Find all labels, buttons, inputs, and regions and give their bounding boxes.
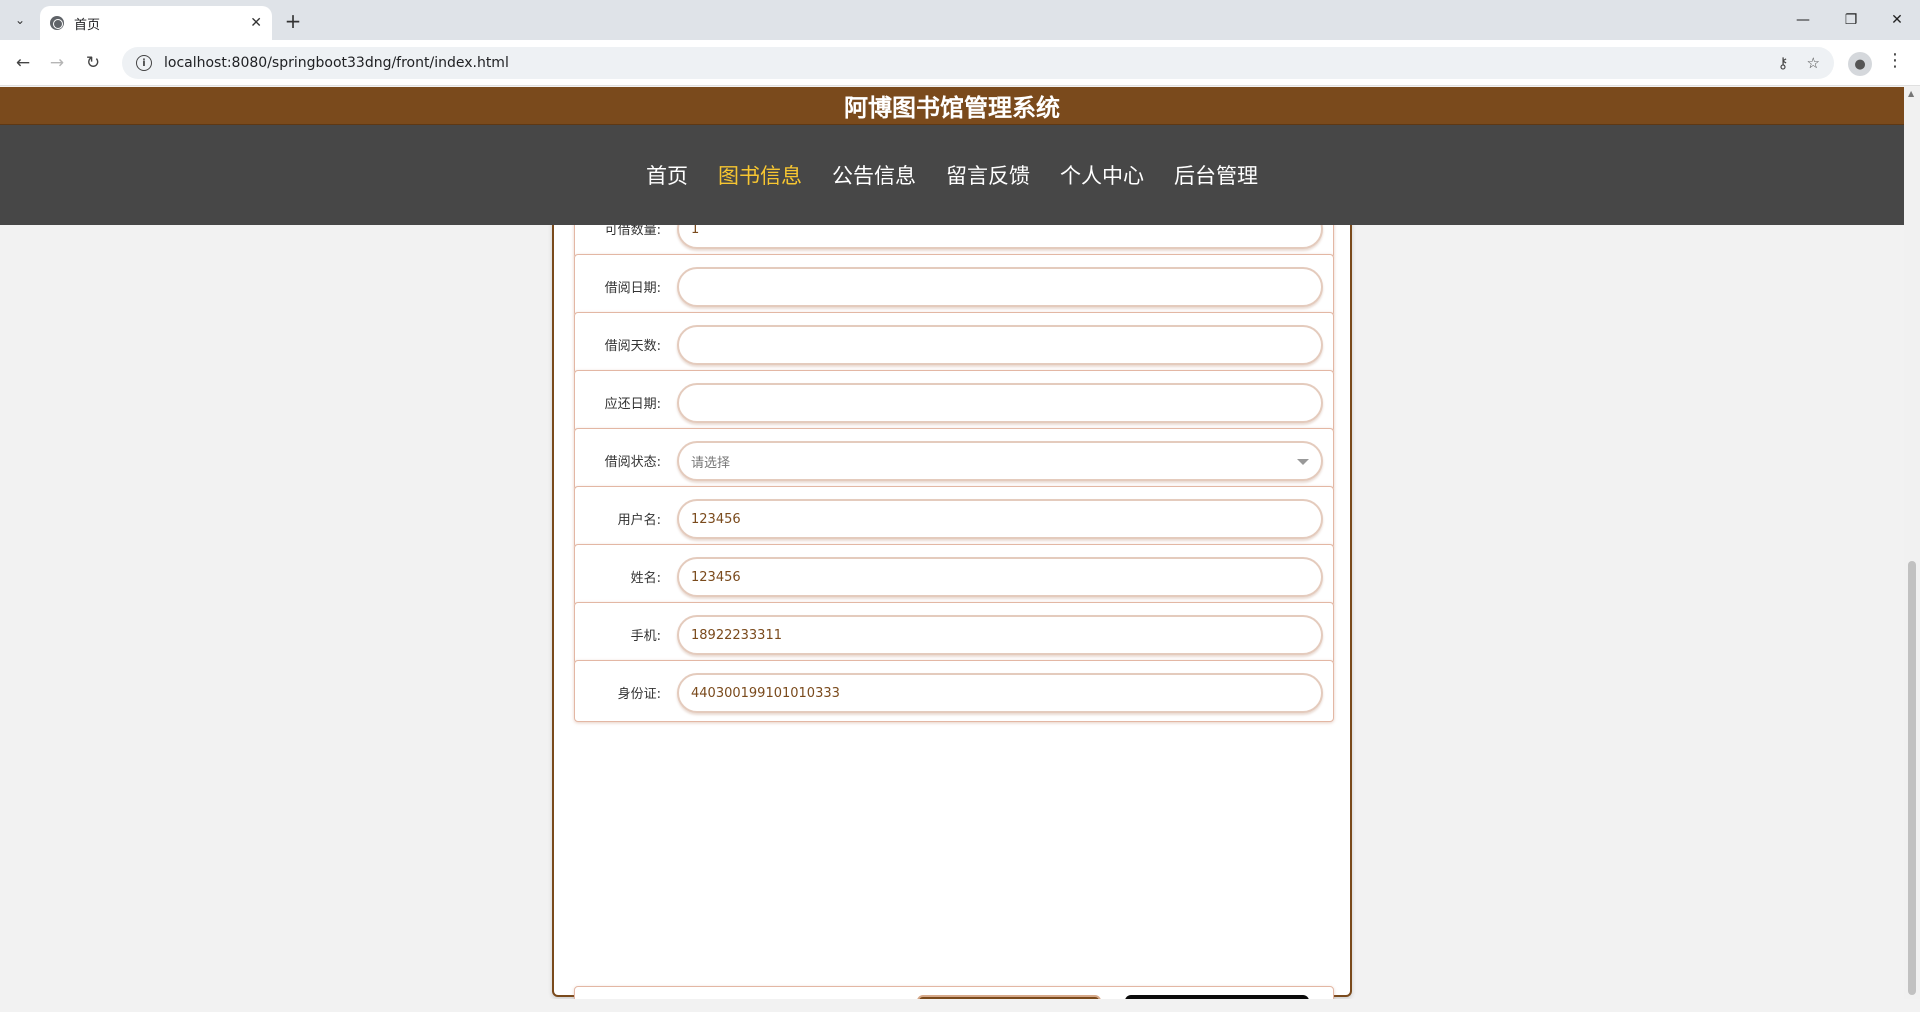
dropdown-caret-icon[interactable] <box>1297 459 1309 465</box>
browser-menu-icon[interactable]: ⋮ <box>1886 50 1904 71</box>
username-value: 123456 <box>691 511 741 527</box>
id-card-label: 身份证: <box>617 686 661 702</box>
browser-tab[interactable]: 首页 ✕ <box>40 6 272 40</box>
tab-list-chevron-icon[interactable]: ⌄ <box>8 8 32 32</box>
scroll-up-arrow-icon[interactable]: ▲ <box>1908 89 1914 98</box>
window-close-icon[interactable]: ✕ <box>1874 6 1920 34</box>
username-label: 用户名: <box>617 512 661 528</box>
real-name-label: 姓名: <box>630 570 661 586</box>
borrow-days-input[interactable] <box>677 325 1323 365</box>
form-row-phone: 手机: 18922233311 <box>574 602 1334 664</box>
borrow-date-label: 借阅日期: <box>604 280 661 296</box>
page-scrollbar[interactable]: ▲ <box>1904 87 1920 999</box>
form-row-real-name: 姓名: 123456 <box>574 544 1334 606</box>
nav-item-books[interactable]: 图书信息 <box>706 153 814 197</box>
profile-avatar-icon[interactable]: ● <box>1848 52 1872 76</box>
due-date-input[interactable] <box>677 383 1323 423</box>
tab-close-icon[interactable]: ✕ <box>250 15 262 31</box>
password-key-icon[interactable]: ⚷ <box>1778 54 1789 72</box>
address-bar[interactable]: i localhost:8080/springboot33dng/front/i… <box>122 47 1834 79</box>
site-title: 阿博图书馆管理系统 <box>844 94 1060 122</box>
username-input[interactable]: 123456 <box>677 499 1323 539</box>
reload-icon[interactable]: ↻ <box>80 50 106 76</box>
site-header: 阿博图书馆管理系统 <box>0 87 1904 125</box>
borrow-form: 可借数量: 1 借阅日期: 借阅天数: 应还日期: 借阅状态: 请选择 用户名: 123456 姓… <box>552 127 1352 999</box>
reset-button[interactable]: 重置 <box>1125 995 1309 999</box>
new-tab-plus-icon[interactable]: + <box>280 8 306 34</box>
main-nav: 首页 图书信息 公告信息 留言反馈 个人中心 后台管理 <box>0 125 1904 225</box>
back-arrow-icon[interactable]: ← <box>10 50 36 76</box>
form-row-username: 用户名: 123456 <box>574 486 1334 548</box>
minimize-icon[interactable]: — <box>1780 6 1826 34</box>
form-row-borrow-date: 借阅日期: <box>574 254 1334 316</box>
phone-label: 手机: <box>630 628 661 644</box>
form-row-borrow-days: 借阅天数: <box>574 312 1334 374</box>
restore-icon[interactable]: ❐ <box>1828 6 1874 34</box>
tab-title: 首页 <box>74 17 101 33</box>
nav-item-personal-center[interactable]: 个人中心 <box>1048 153 1156 197</box>
bookmark-star-icon[interactable]: ☆ <box>1807 54 1820 72</box>
site-info-icon[interactable]: i <box>136 55 152 71</box>
borrow-date-input[interactable] <box>677 267 1323 307</box>
browser-tab-bar: ⌄ 首页 ✕ + — ❐ ✕ <box>0 0 1920 40</box>
form-row-id-card: 身份证: 440300199101010333 <box>574 660 1334 722</box>
nav-item-home[interactable]: 首页 <box>634 153 700 197</box>
nav-item-announcements[interactable]: 公告信息 <box>820 153 928 197</box>
url-text[interactable]: localhost:8080/springboot33dng/front/ind… <box>164 55 1760 71</box>
forward-arrow-icon[interactable]: → <box>44 50 70 76</box>
form-actions: 提交 重置 <box>574 986 1334 999</box>
form-row-due-date: 应还日期: <box>574 370 1334 432</box>
nav-item-admin[interactable]: 后台管理 <box>1162 153 1270 197</box>
borrow-status-label: 借阅状态: <box>604 454 661 470</box>
borrow-status-value: 请选择 <box>691 455 731 471</box>
due-date-label: 应还日期: <box>604 396 661 412</box>
borrow-status-select[interactable]: 请选择 <box>677 441 1323 481</box>
form-row-borrow-status: 借阅状态: 请选择 <box>574 428 1334 490</box>
phone-value: 18922233311 <box>691 627 782 643</box>
real-name-input[interactable]: 123456 <box>677 557 1323 597</box>
borrow-days-label: 借阅天数: <box>604 338 661 354</box>
scrollbar-thumb[interactable] <box>1908 561 1916 995</box>
submit-button[interactable]: 提交 <box>917 995 1101 999</box>
page-viewport: 可借数量: 1 借阅日期: 借阅天数: 应还日期: 借阅状态: 请选择 用户名: 123456 姓… <box>0 87 1920 999</box>
nav-item-feedback[interactable]: 留言反馈 <box>934 153 1042 197</box>
browser-toolbar: ← → ↻ i localhost:8080/springboot33dng/f… <box>0 40 1920 86</box>
id-card-value: 440300199101010333 <box>691 685 840 701</box>
id-card-input[interactable]: 440300199101010333 <box>677 673 1323 713</box>
phone-input[interactable]: 18922233311 <box>677 615 1323 655</box>
globe-icon <box>50 16 64 30</box>
real-name-value: 123456 <box>691 569 741 585</box>
